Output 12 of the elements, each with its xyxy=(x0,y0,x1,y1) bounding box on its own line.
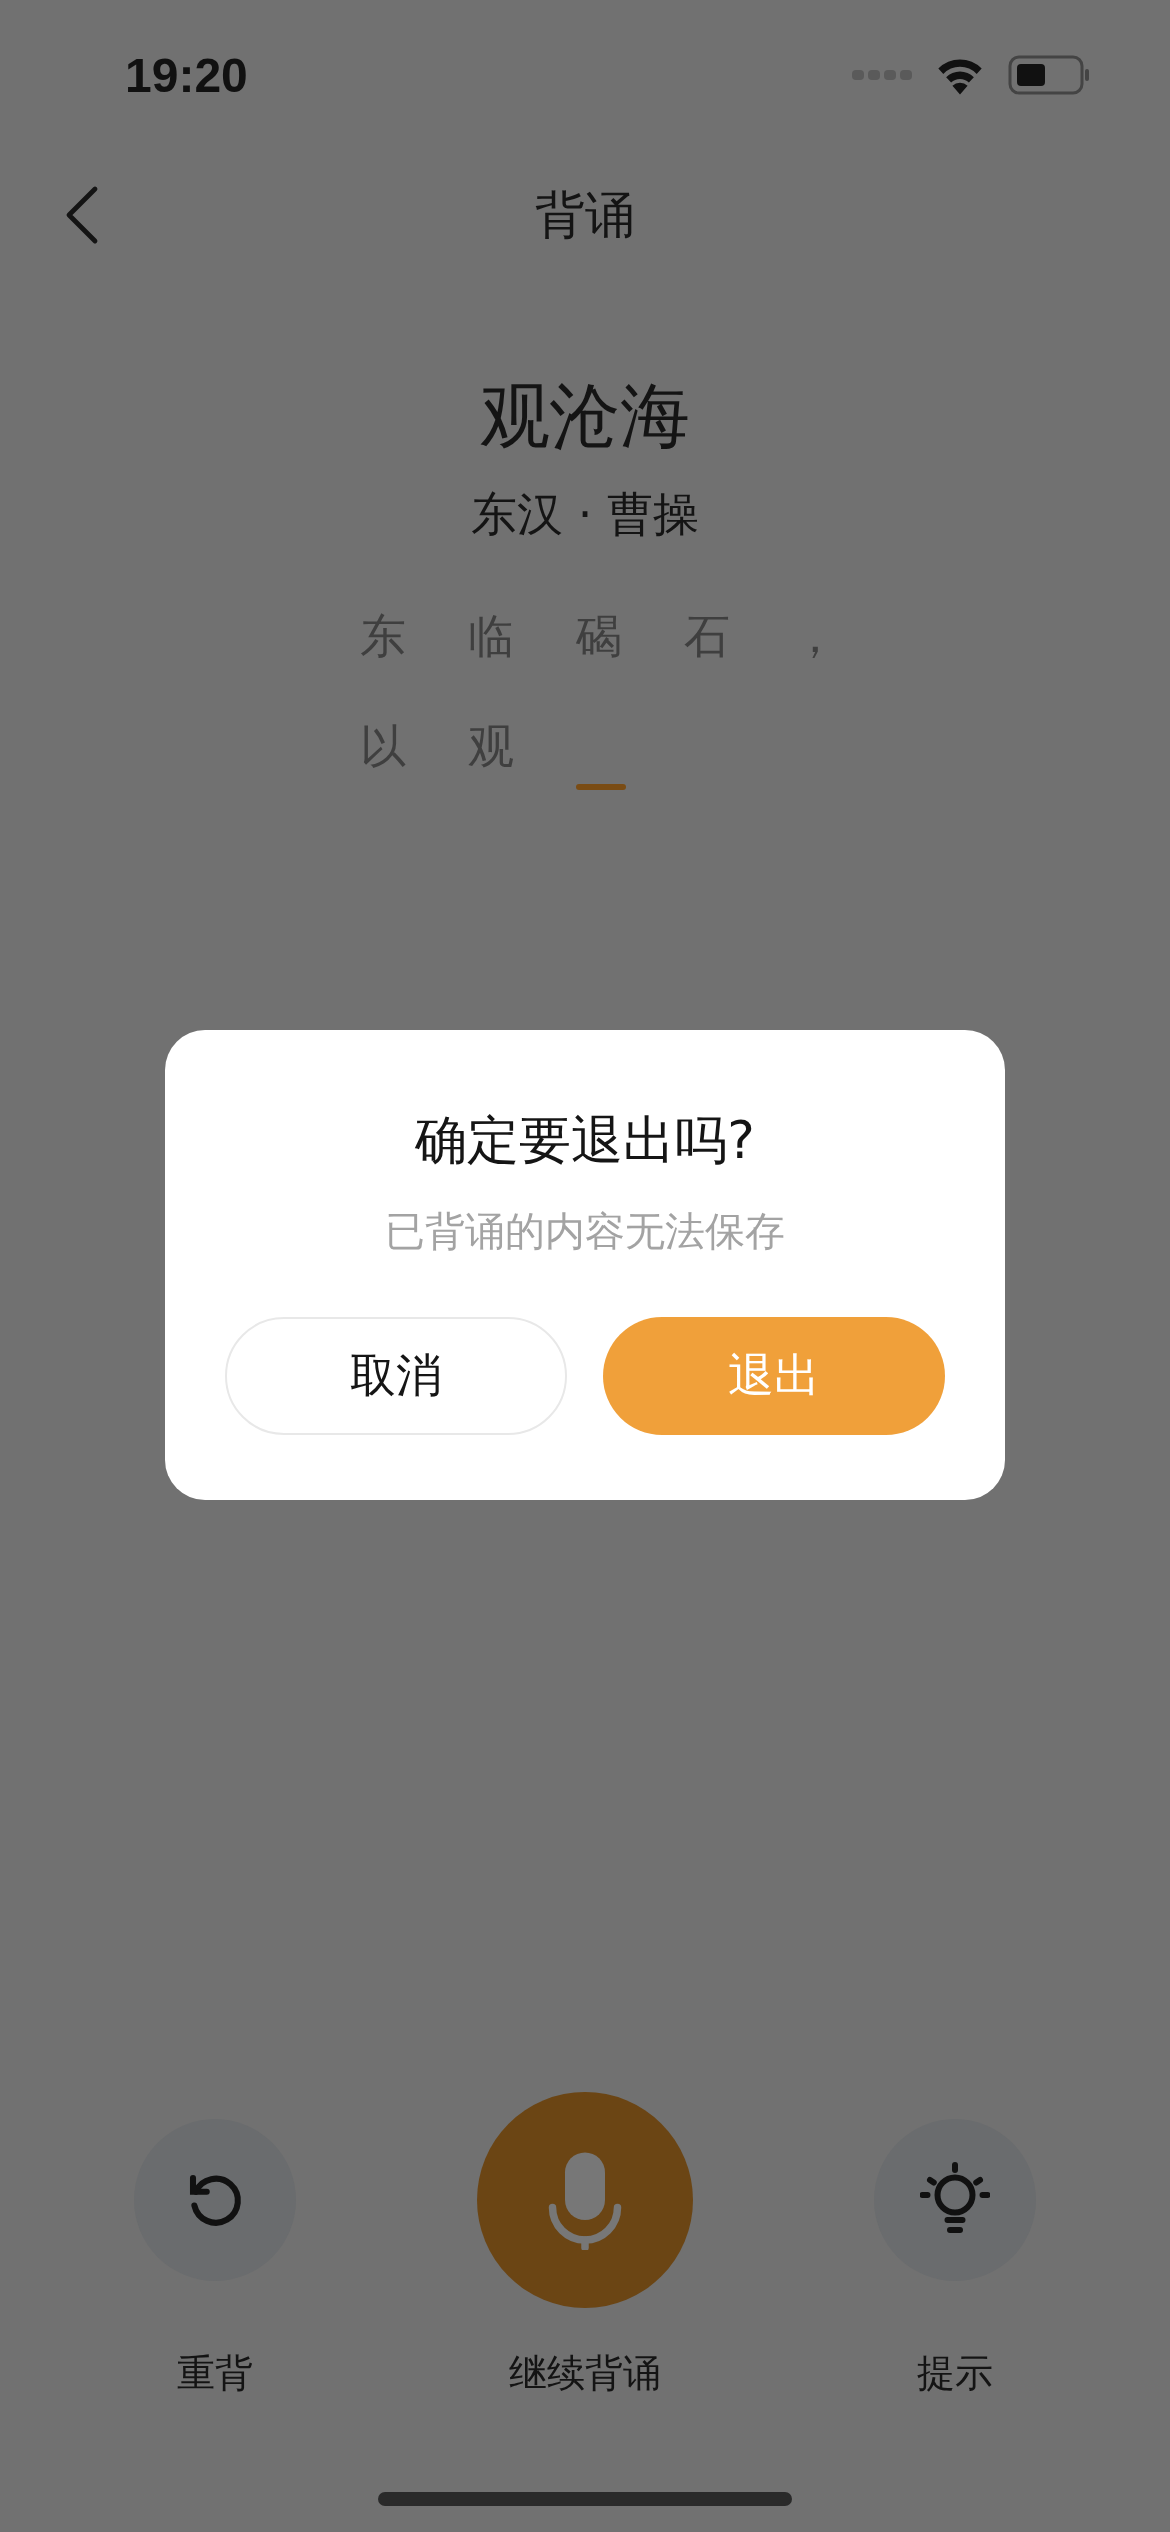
dialog-message: 已背诵的内容无法保存 xyxy=(385,1207,785,1256)
poem-author: 东汉 · 曹操 xyxy=(471,486,699,543)
action-label: 继续背诵 xyxy=(509,2350,661,2397)
page-title: 背诵 xyxy=(535,184,635,246)
action-label: 重背 xyxy=(177,2350,253,2397)
dialog-title: 确定要退出吗? xyxy=(415,1109,755,1172)
poem-title: 观沧海 xyxy=(480,374,690,459)
battery-icon xyxy=(1008,55,1090,95)
cancel-button[interactable]: 取消 xyxy=(225,1317,567,1435)
action-label: 提示 xyxy=(917,2350,993,2397)
poem-character: ， xyxy=(792,608,839,665)
status-time: 19:20 xyxy=(125,47,248,103)
